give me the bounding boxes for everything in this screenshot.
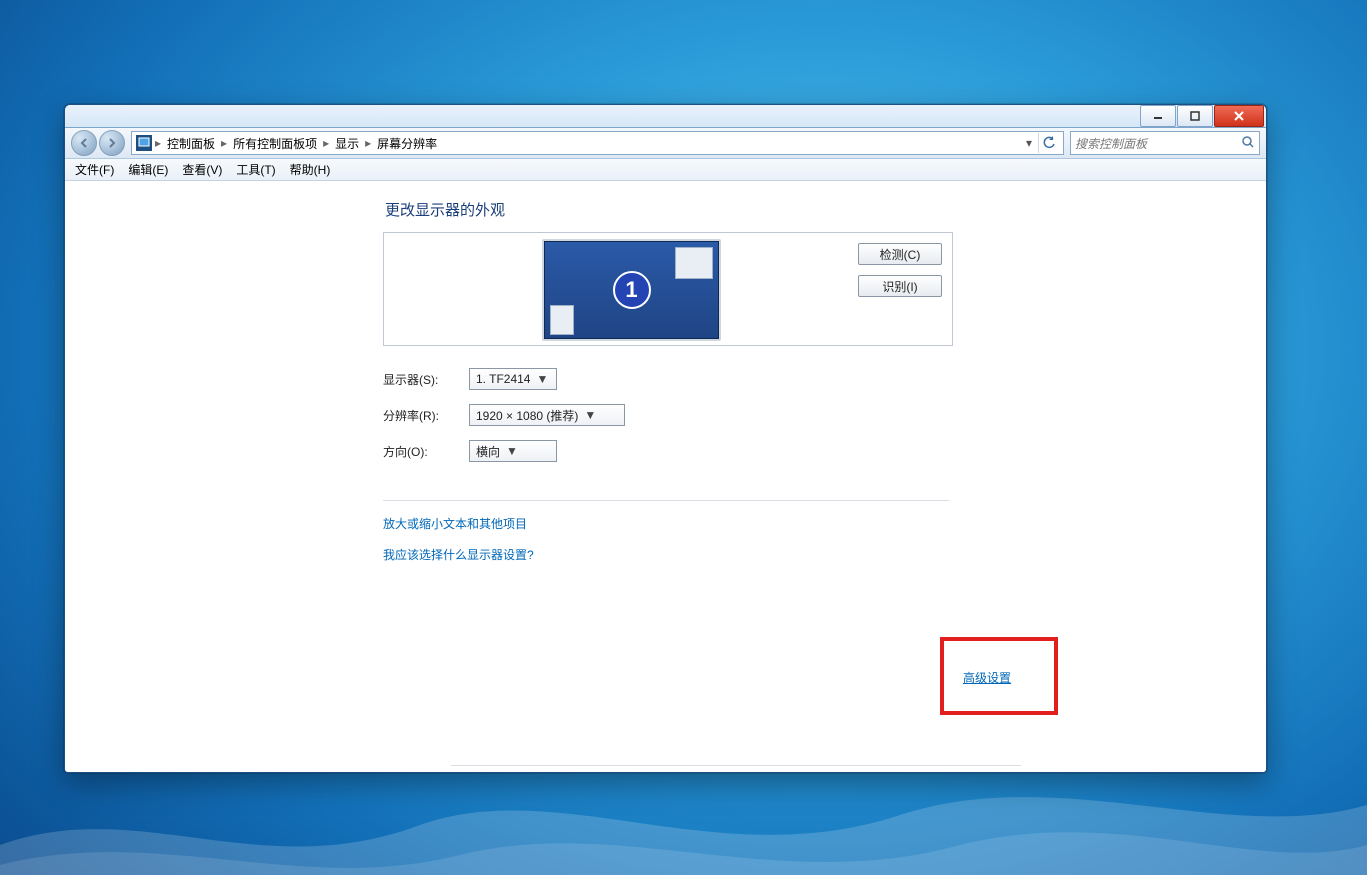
menu-bar: 文件(F) 编辑(E) 查看(V) 工具(T) 帮助(H) <box>65 159 1266 181</box>
search-input[interactable]: 搜索控制面板 <box>1070 131 1260 155</box>
breadcrumb-item[interactable]: 显示 <box>332 135 362 152</box>
refresh-button[interactable] <box>1038 133 1059 153</box>
resolution-select-value: 1920 × 1080 (推荐) <box>476 407 578 424</box>
minimize-button[interactable] <box>1140 105 1176 127</box>
maximize-button[interactable] <box>1177 105 1213 127</box>
nav-back-button[interactable] <box>71 130 97 156</box>
advanced-settings-link[interactable]: 高级设置 <box>963 669 1011 686</box>
orientation-select[interactable]: 横向 ▼ <box>469 440 557 462</box>
preview-window-icon <box>550 305 574 335</box>
display-select-value: 1. TF2414 <box>476 372 530 386</box>
monitor-thumbnail[interactable]: 1 <box>542 239 721 341</box>
display-settings-form: 显示器(S): 1. TF2414 ▼ 分辨率(R): 1920 × 1080 … <box>383 368 953 462</box>
chevron-down-icon: ▼ <box>536 372 548 386</box>
search-icon <box>1241 135 1255 152</box>
menu-help[interactable]: 帮助(H) <box>290 161 331 178</box>
preview-window-icon <box>675 247 713 279</box>
display-number-badge: 1 <box>613 271 651 309</box>
chevron-right-icon: ▸ <box>323 136 329 150</box>
label-display: 显示器(S): <box>383 371 469 388</box>
address-bar: ▸ 控制面板 ▸ 所有控制面板项 ▸ 显示 ▸ 屏幕分辨率 ▾ 搜索控制面板 <box>65 128 1266 159</box>
chevron-down-icon: ▼ <box>584 408 596 422</box>
link-text-scaling[interactable]: 放大或缩小文本和其他项目 <box>383 515 953 532</box>
control-panel-window: ▸ 控制面板 ▸ 所有控制面板项 ▸ 显示 ▸ 屏幕分辨率 ▾ 搜索控制面板 文… <box>64 104 1267 773</box>
chevron-down-icon: ▼ <box>506 444 518 458</box>
link-display-help[interactable]: 我应该选择什么显示器设置? <box>383 546 953 563</box>
chevron-right-icon: ▸ <box>221 136 227 150</box>
menu-edit[interactable]: 编辑(E) <box>128 161 168 178</box>
dialog-footer: 确定 取消 应用(A) <box>451 765 1021 772</box>
breadcrumb-item[interactable]: 控制面板 <box>164 135 218 152</box>
menu-file[interactable]: 文件(F) <box>75 161 114 178</box>
display-select[interactable]: 1. TF2414 ▼ <box>469 368 557 390</box>
client-area: 更改显示器的外观 1 检测(C) 识别(I) 显示器(S): 1. TF2414… <box>65 181 1266 772</box>
breadcrumb-item[interactable]: 所有控制面板项 <box>230 135 320 152</box>
search-placeholder: 搜索控制面板 <box>1075 135 1147 152</box>
display-preview: 1 检测(C) 识别(I) <box>383 232 953 346</box>
menu-tools[interactable]: 工具(T) <box>236 161 275 178</box>
breadcrumb-item[interactable]: 屏幕分辨率 <box>374 135 440 152</box>
orientation-select-value: 横向 <box>476 443 500 460</box>
divider <box>383 500 949 501</box>
label-orientation: 方向(O): <box>383 443 469 460</box>
control-panel-icon <box>136 135 152 151</box>
resolution-select[interactable]: 1920 × 1080 (推荐) ▼ <box>469 404 625 426</box>
nav-forward-button[interactable] <box>99 130 125 156</box>
close-button[interactable] <box>1214 105 1264 127</box>
window-titlebar <box>65 105 1266 128</box>
label-resolution: 分辨率(R): <box>383 407 469 424</box>
page-title: 更改显示器的外观 <box>385 199 953 220</box>
chevron-right-icon: ▸ <box>155 136 161 150</box>
identify-button[interactable]: 识别(I) <box>858 275 942 297</box>
menu-view[interactable]: 查看(V) <box>182 161 222 178</box>
detect-button[interactable]: 检测(C) <box>858 243 942 265</box>
chevron-down-icon[interactable]: ▾ <box>1026 136 1032 150</box>
chevron-right-icon: ▸ <box>365 136 371 150</box>
location-bar[interactable]: ▸ 控制面板 ▸ 所有控制面板项 ▸ 显示 ▸ 屏幕分辨率 ▾ <box>131 131 1064 155</box>
